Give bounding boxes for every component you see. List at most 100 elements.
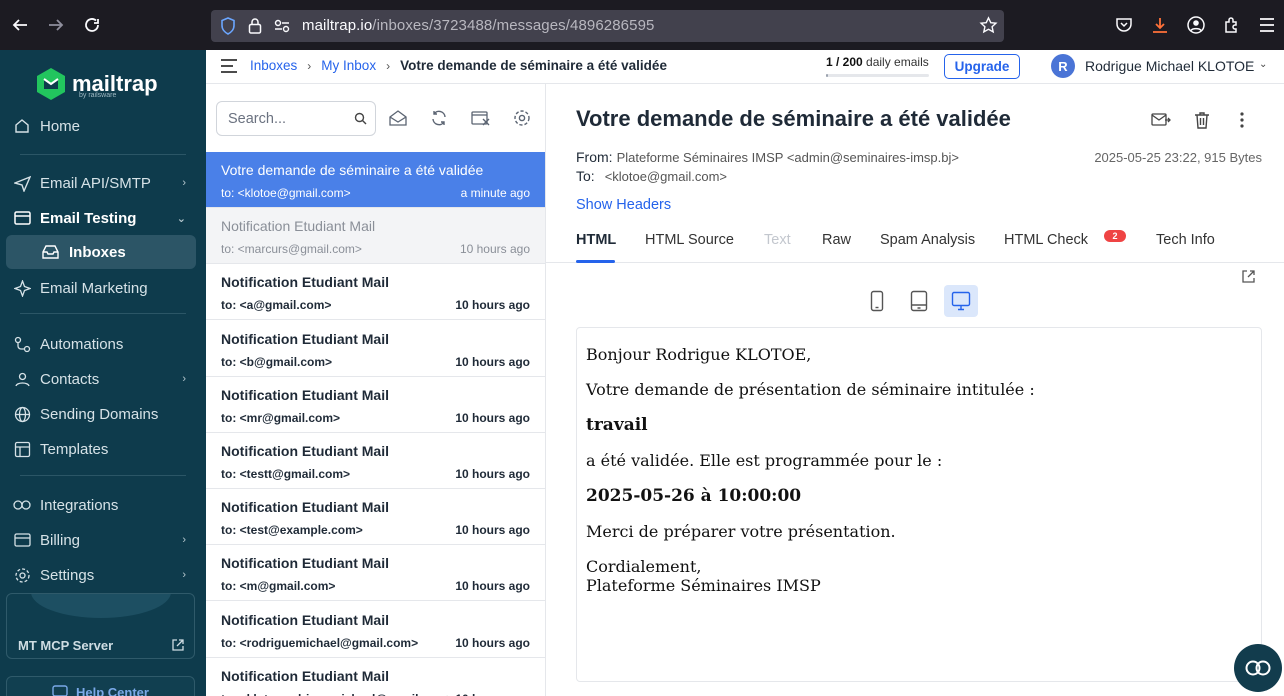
browser-toolbar: mailtrap.io/inboxes/3723488/messages/489… <box>0 0 1284 50</box>
nav-email-api-smtp[interactable]: Email API/SMTP › <box>12 167 194 199</box>
nav-settings-label: Settings <box>40 566 95 584</box>
clear-inbox-icon[interactable] <box>471 108 491 128</box>
hamburger-icon[interactable] <box>220 59 238 78</box>
mailtrap-logo[interactable]: mailtrap by railsware <box>36 67 158 101</box>
list-item[interactable]: Notification Etudiant Mail to: <test@exam… <box>206 489 545 546</box>
external-link-icon[interactable] <box>171 638 185 657</box>
address-bar[interactable]: mailtrap.io/inboxes/3723488/messages/489… <box>211 10 1004 42</box>
message-time: 10 hours ago <box>459 242 530 257</box>
nav-sending-domains-label: Sending Domains <box>40 405 159 423</box>
nav-email-marketing[interactable]: Email Marketing <box>12 272 194 304</box>
nav-contacts-label: Contacts <box>40 370 100 388</box>
back-icon[interactable] <box>8 13 32 37</box>
nav-email-testing[interactable]: Email Testing ⌄ <box>12 202 194 234</box>
list-item[interactable]: Notification Etudiant Mail to: <m@gmail.c… <box>206 545 545 602</box>
mark-read-icon[interactable] <box>388 108 408 128</box>
tab-html[interactable]: HTML <box>576 232 616 248</box>
avatar[interactable]: R <box>1051 54 1075 78</box>
desktop-view-icon[interactable] <box>944 285 978 317</box>
bookmark-star-icon[interactable] <box>979 16 998 40</box>
message-recipient: to: <testt@gmail.com> <box>221 467 351 481</box>
message-subject: Notification Etudiant Mail <box>221 386 389 403</box>
forward-icon[interactable] <box>44 13 68 37</box>
lock-icon[interactable] <box>248 17 262 39</box>
to-label: To: <box>576 168 595 184</box>
list-item[interactable]: Notification Etudiant Mail to: <klotoerod… <box>206 658 545 696</box>
tab-spam-analysis[interactable]: Spam Analysis <box>880 232 975 248</box>
chat-widget-icon <box>1245 660 1271 676</box>
search-icon[interactable] <box>354 112 367 130</box>
download-icon[interactable] <box>1149 14 1171 36</box>
list-item[interactable]: Notification Etudiant Mail to: <a@gmail.c… <box>206 264 545 321</box>
pocket-icon[interactable] <box>1113 14 1135 36</box>
list-item[interactable]: Notification Etudiant Mail to: <marcurs@g… <box>206 208 545 265</box>
message-time: 10 hours ago <box>455 523 530 538</box>
url-text[interactable]: mailtrap.io/inboxes/3723488/messages/489… <box>302 17 654 34</box>
breadcrumb-inboxes[interactable]: Inboxes <box>250 58 297 73</box>
home-icon <box>12 116 32 136</box>
extensions-icon[interactable] <box>1221 14 1243 36</box>
tab-tech-info[interactable]: Tech Info <box>1156 232 1215 248</box>
list-item[interactable]: Notification Etudiant Mail to: <mr@gmail.… <box>206 377 545 433</box>
message-recipient: to: <b@gmail.com> <box>221 354 333 369</box>
nav-contacts[interactable]: Contacts › <box>12 363 194 395</box>
chevron-right-icon: › <box>182 534 186 546</box>
tab-raw[interactable]: Raw <box>822 232 851 248</box>
more-vertical-icon[interactable] <box>1231 109 1253 131</box>
link-icon <box>12 495 32 515</box>
contacts-icon <box>12 369 32 389</box>
mcp-server-card[interactable]: MT MCP Server <box>6 593 195 659</box>
shield-icon[interactable] <box>220 17 236 40</box>
show-headers-link[interactable]: Show Headers <box>576 197 671 213</box>
breadcrumb-current: Votre demande de séminaire a été validée <box>400 58 667 73</box>
refresh-icon[interactable] <box>429 108 449 128</box>
nav-templates-label: Templates <box>40 440 109 458</box>
message-time: 10 hours ago <box>455 410 530 425</box>
tab-html-check[interactable]: HTML Check <box>1004 232 1088 248</box>
from-row: From: Plateforme Séminaires IMSP <admin@s… <box>576 149 959 165</box>
message-recipient: to: <test@example.com> <box>221 523 363 538</box>
tablet-view-icon[interactable] <box>902 285 936 317</box>
nav-templates[interactable]: Templates <box>12 433 194 465</box>
nav-integrations[interactable]: Integrations <box>12 489 194 521</box>
daily-quota: 1 / 200 daily emails <box>826 55 929 69</box>
email-line-3: Merci de préparer votre présentation. <box>586 522 896 541</box>
nav-automations[interactable]: Automations <box>12 328 194 360</box>
tab-html-source[interactable]: HTML Source <box>645 232 734 248</box>
list-item[interactable]: Notification Etudiant Mail to: <b@gmail.c… <box>206 321 545 377</box>
nav-inboxes[interactable]: Inboxes <box>6 235 196 269</box>
account-icon[interactable] <box>1185 14 1207 36</box>
nav-settings[interactable]: Settings › <box>12 559 194 591</box>
breadcrumb-my-inbox[interactable]: My Inbox <box>321 58 376 73</box>
forward-mail-icon[interactable] <box>1150 109 1172 131</box>
list-item[interactable]: Votre demande de séminaire a été validée… <box>206 152 545 208</box>
search-input[interactable]: Search... <box>216 101 376 136</box>
upgrade-button[interactable]: Upgrade <box>944 54 1020 79</box>
message-view: Votre demande de séminaire a été validée… <box>546 84 1284 696</box>
message-subject: Notification Etudiant Mail <box>221 330 389 347</box>
message-time: 10 hours ago <box>455 635 530 650</box>
menu-icon[interactable] <box>1256 14 1278 36</box>
nav-automations-label: Automations <box>40 335 124 353</box>
nav-home[interactable]: Home <box>12 110 194 142</box>
trash-icon[interactable] <box>1191 109 1213 131</box>
sparkle-icon <box>12 278 32 298</box>
nav-integrations-label: Integrations <box>40 496 119 514</box>
nav-billing[interactable]: Billing › <box>12 524 194 556</box>
list-item[interactable]: Notification Etudiant Mail to: <testt@gma… <box>206 433 545 489</box>
mobile-view-icon[interactable] <box>860 285 894 317</box>
settings-gear-icon[interactable] <box>512 108 532 128</box>
chat-widget-button[interactable] <box>1234 644 1282 692</box>
automation-icon <box>12 334 32 354</box>
list-item[interactable]: Notification Etudiant Mail to: <rodriguem… <box>206 602 545 658</box>
chevron-down-icon[interactable]: ⌄ <box>1259 59 1267 70</box>
reload-icon[interactable] <box>80 13 104 37</box>
nav-sending-domains[interactable]: Sending Domains <box>12 398 194 430</box>
user-name[interactable]: Rodrigue Michael KLOTOE <box>1085 58 1254 74</box>
nav-home-label: Home <box>40 117 81 135</box>
open-in-new-window-icon[interactable] <box>1241 269 1256 289</box>
help-center-button[interactable]: Help Center <box>6 676 195 696</box>
message-recipient: to: <rodriguemichael@gmail.com> <box>221 635 419 650</box>
permissions-icon[interactable] <box>273 18 291 39</box>
sidebar-divider <box>20 154 186 155</box>
